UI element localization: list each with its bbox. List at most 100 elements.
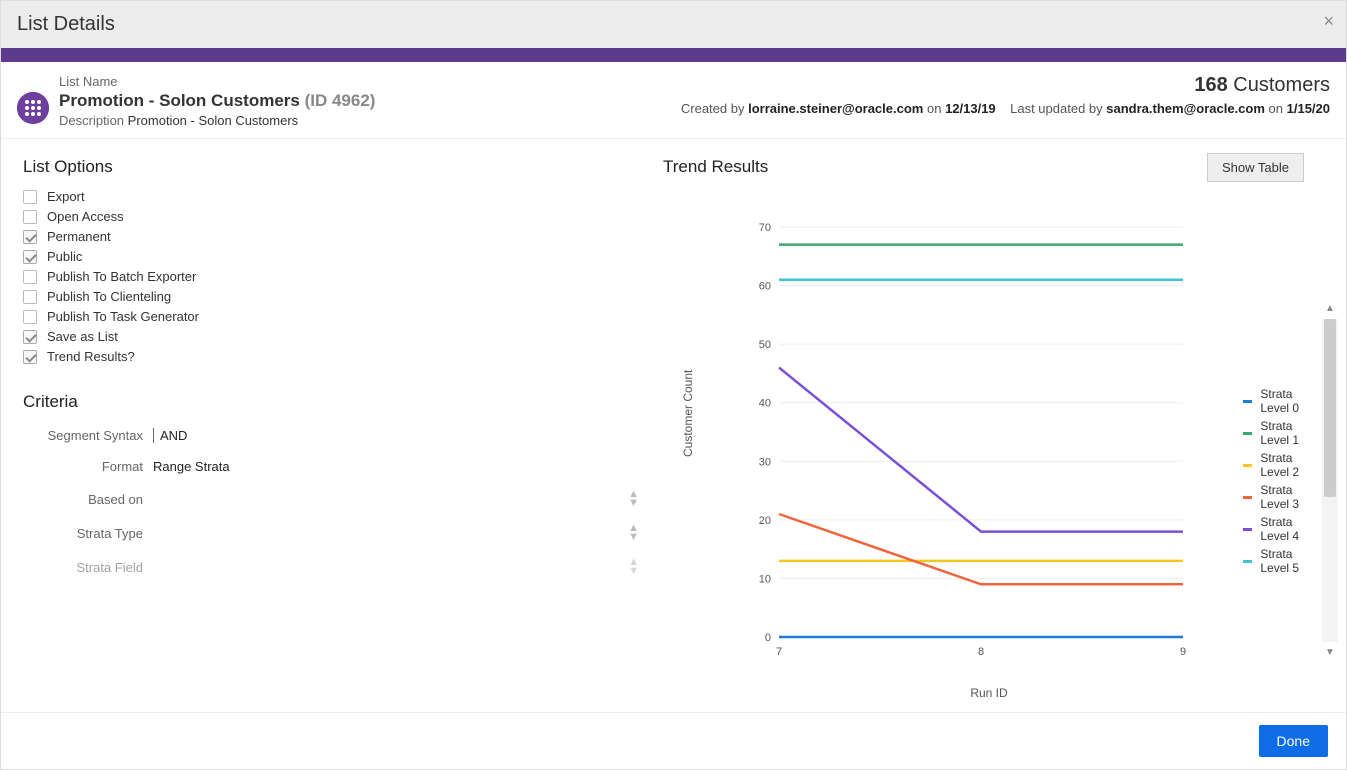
header-right: 168 Customers Created by lorraine.steine…: [681, 74, 1330, 128]
checkbox[interactable]: [23, 190, 37, 204]
checkbox[interactable]: [23, 230, 37, 244]
legend-item[interactable]: Strata Level 1: [1243, 419, 1310, 447]
list-options-heading: List Options: [23, 157, 663, 177]
created-by-value: lorraine.steiner@oracle.com: [748, 101, 923, 116]
strata-field-label: Strata Field: [23, 560, 153, 575]
customer-count: 168 Customers: [681, 74, 1330, 97]
accent-bar: [1, 48, 1346, 62]
list-option: Save as List: [23, 329, 663, 344]
list-name-label: List Name: [59, 74, 375, 89]
svg-text:50: 50: [759, 339, 771, 351]
close-icon[interactable]: ×: [1323, 11, 1334, 32]
list-option-label: Publish To Task Generator: [47, 309, 199, 324]
footer: Done: [1, 712, 1346, 769]
list-option-label: Export: [47, 189, 85, 204]
header-left: List Name Promotion - Solon Customers (I…: [59, 74, 375, 128]
left-column: List Options Export Open Access Permanent P…: [23, 153, 663, 712]
legend-label: Strata Level 2: [1260, 451, 1310, 479]
vertical-scrollbar[interactable]: ▲ ▼: [1322, 319, 1338, 642]
checkbox[interactable]: [23, 250, 37, 264]
segment-syntax-value: AND: [153, 428, 187, 443]
stepper-icon[interactable]: ▲▼: [628, 524, 639, 542]
scrollbar-thumb[interactable]: [1324, 319, 1336, 497]
done-button[interactable]: Done: [1259, 725, 1328, 757]
updated-by-value: sandra.them@oracle.com: [1106, 101, 1265, 116]
svg-text:9: 9: [1180, 646, 1186, 658]
legend-swatch: [1243, 464, 1252, 467]
chart-y-axis-label: Customer Count: [681, 370, 695, 457]
legend-label: Strata Level 0: [1260, 387, 1310, 415]
svg-text:70: 70: [759, 222, 771, 234]
legend-label: Strata Level 3: [1260, 483, 1310, 511]
legend-swatch: [1243, 560, 1252, 563]
created-date: 12/13/19: [945, 101, 996, 116]
format-value: Range Strata: [153, 459, 230, 474]
list-option: Export: [23, 189, 663, 204]
checkbox[interactable]: [23, 270, 37, 284]
description-line: Description Promotion - Solon Customers: [59, 113, 375, 128]
dialog-title: List Details: [17, 13, 115, 35]
checkbox[interactable]: [23, 210, 37, 224]
chevron-up-icon[interactable]: ▲: [1322, 303, 1338, 314]
criteria-based-on: Based on ▲▼: [23, 490, 663, 508]
customer-count-number: 168: [1194, 74, 1227, 96]
updated-on-word: on: [1269, 101, 1283, 116]
list-options: Export Open Access Permanent Public Publish …: [23, 189, 663, 364]
checkbox[interactable]: [23, 330, 37, 344]
meta-line: Created by lorraine.steiner@oracle.com o…: [681, 101, 1330, 116]
list-option: Public: [23, 249, 663, 264]
chart-canvas: 010203040506070789: [723, 217, 1223, 677]
description-value: Promotion - Solon Customers: [128, 113, 299, 128]
svg-text:10: 10: [759, 573, 771, 585]
svg-text:7: 7: [776, 646, 782, 658]
legend-swatch: [1243, 432, 1252, 435]
updated-date: 1/15/20: [1287, 101, 1330, 116]
legend-item[interactable]: Strata Level 5: [1243, 547, 1310, 575]
strata-type-label: Strata Type: [23, 526, 153, 541]
list-option-label: Save as List: [47, 329, 118, 344]
list-option: Publish To Task Generator: [23, 309, 663, 324]
segment-icon: [17, 92, 49, 124]
legend-swatch: [1243, 528, 1252, 531]
list-id: (ID 4962): [305, 91, 376, 110]
list-option: Open Access: [23, 209, 663, 224]
dialog-titlebar: List Details ×: [1, 1, 1346, 48]
criteria-segment-syntax: Segment Syntax AND: [23, 428, 663, 443]
checkbox[interactable]: [23, 350, 37, 364]
list-option-label: Publish To Clienteling: [47, 289, 171, 304]
customer-count-label: Customers: [1233, 74, 1330, 96]
list-name: Promotion - Solon Customers (ID 4962): [59, 91, 375, 111]
updated-by-label: Last updated by: [1010, 101, 1103, 116]
list-option-label: Open Access: [47, 209, 124, 224]
list-option: Permanent: [23, 229, 663, 244]
legend-item[interactable]: Strata Level 2: [1243, 451, 1310, 479]
format-label: Format: [23, 459, 153, 474]
chart-x-axis-label: Run ID: [779, 686, 1199, 700]
svg-text:60: 60: [759, 281, 771, 293]
trend-chart: Customer Count 010203040506070789 Run ID…: [723, 217, 1310, 697]
segment-syntax-label: Segment Syntax: [23, 428, 153, 443]
header: List Name Promotion - Solon Customers (I…: [1, 62, 1346, 139]
list-details-dialog: List Details × List Name Promotion - Sol…: [0, 0, 1347, 770]
legend-item[interactable]: Strata Level 4: [1243, 515, 1310, 543]
right-column: Trend Results Show Table Customer Count …: [663, 153, 1346, 712]
legend-swatch: [1243, 400, 1252, 403]
criteria-strata-type: Strata Type ▲▼: [23, 524, 663, 542]
legend-item[interactable]: Strata Level 0: [1243, 387, 1310, 415]
stepper-icon[interactable]: ▲▼: [628, 558, 639, 576]
stepper-icon[interactable]: ▲▼: [628, 490, 639, 508]
criteria-format: Format Range Strata: [23, 459, 663, 474]
body: List Options Export Open Access Permanent P…: [1, 139, 1346, 712]
svg-text:40: 40: [759, 398, 771, 410]
criteria-strata-field: Strata Field ▲▼: [23, 558, 663, 576]
show-table-button[interactable]: Show Table: [1207, 153, 1304, 182]
chevron-down-icon[interactable]: ▼: [1322, 647, 1338, 658]
legend-item[interactable]: Strata Level 3: [1243, 483, 1310, 511]
legend-swatch: [1243, 496, 1252, 499]
checkbox[interactable]: [23, 290, 37, 304]
checkbox[interactable]: [23, 310, 37, 324]
based-on-label: Based on: [23, 492, 153, 507]
list-option-label: Public: [47, 249, 82, 264]
list-option-label: Trend Results?: [47, 349, 135, 364]
list-option: Publish To Clienteling: [23, 289, 663, 304]
